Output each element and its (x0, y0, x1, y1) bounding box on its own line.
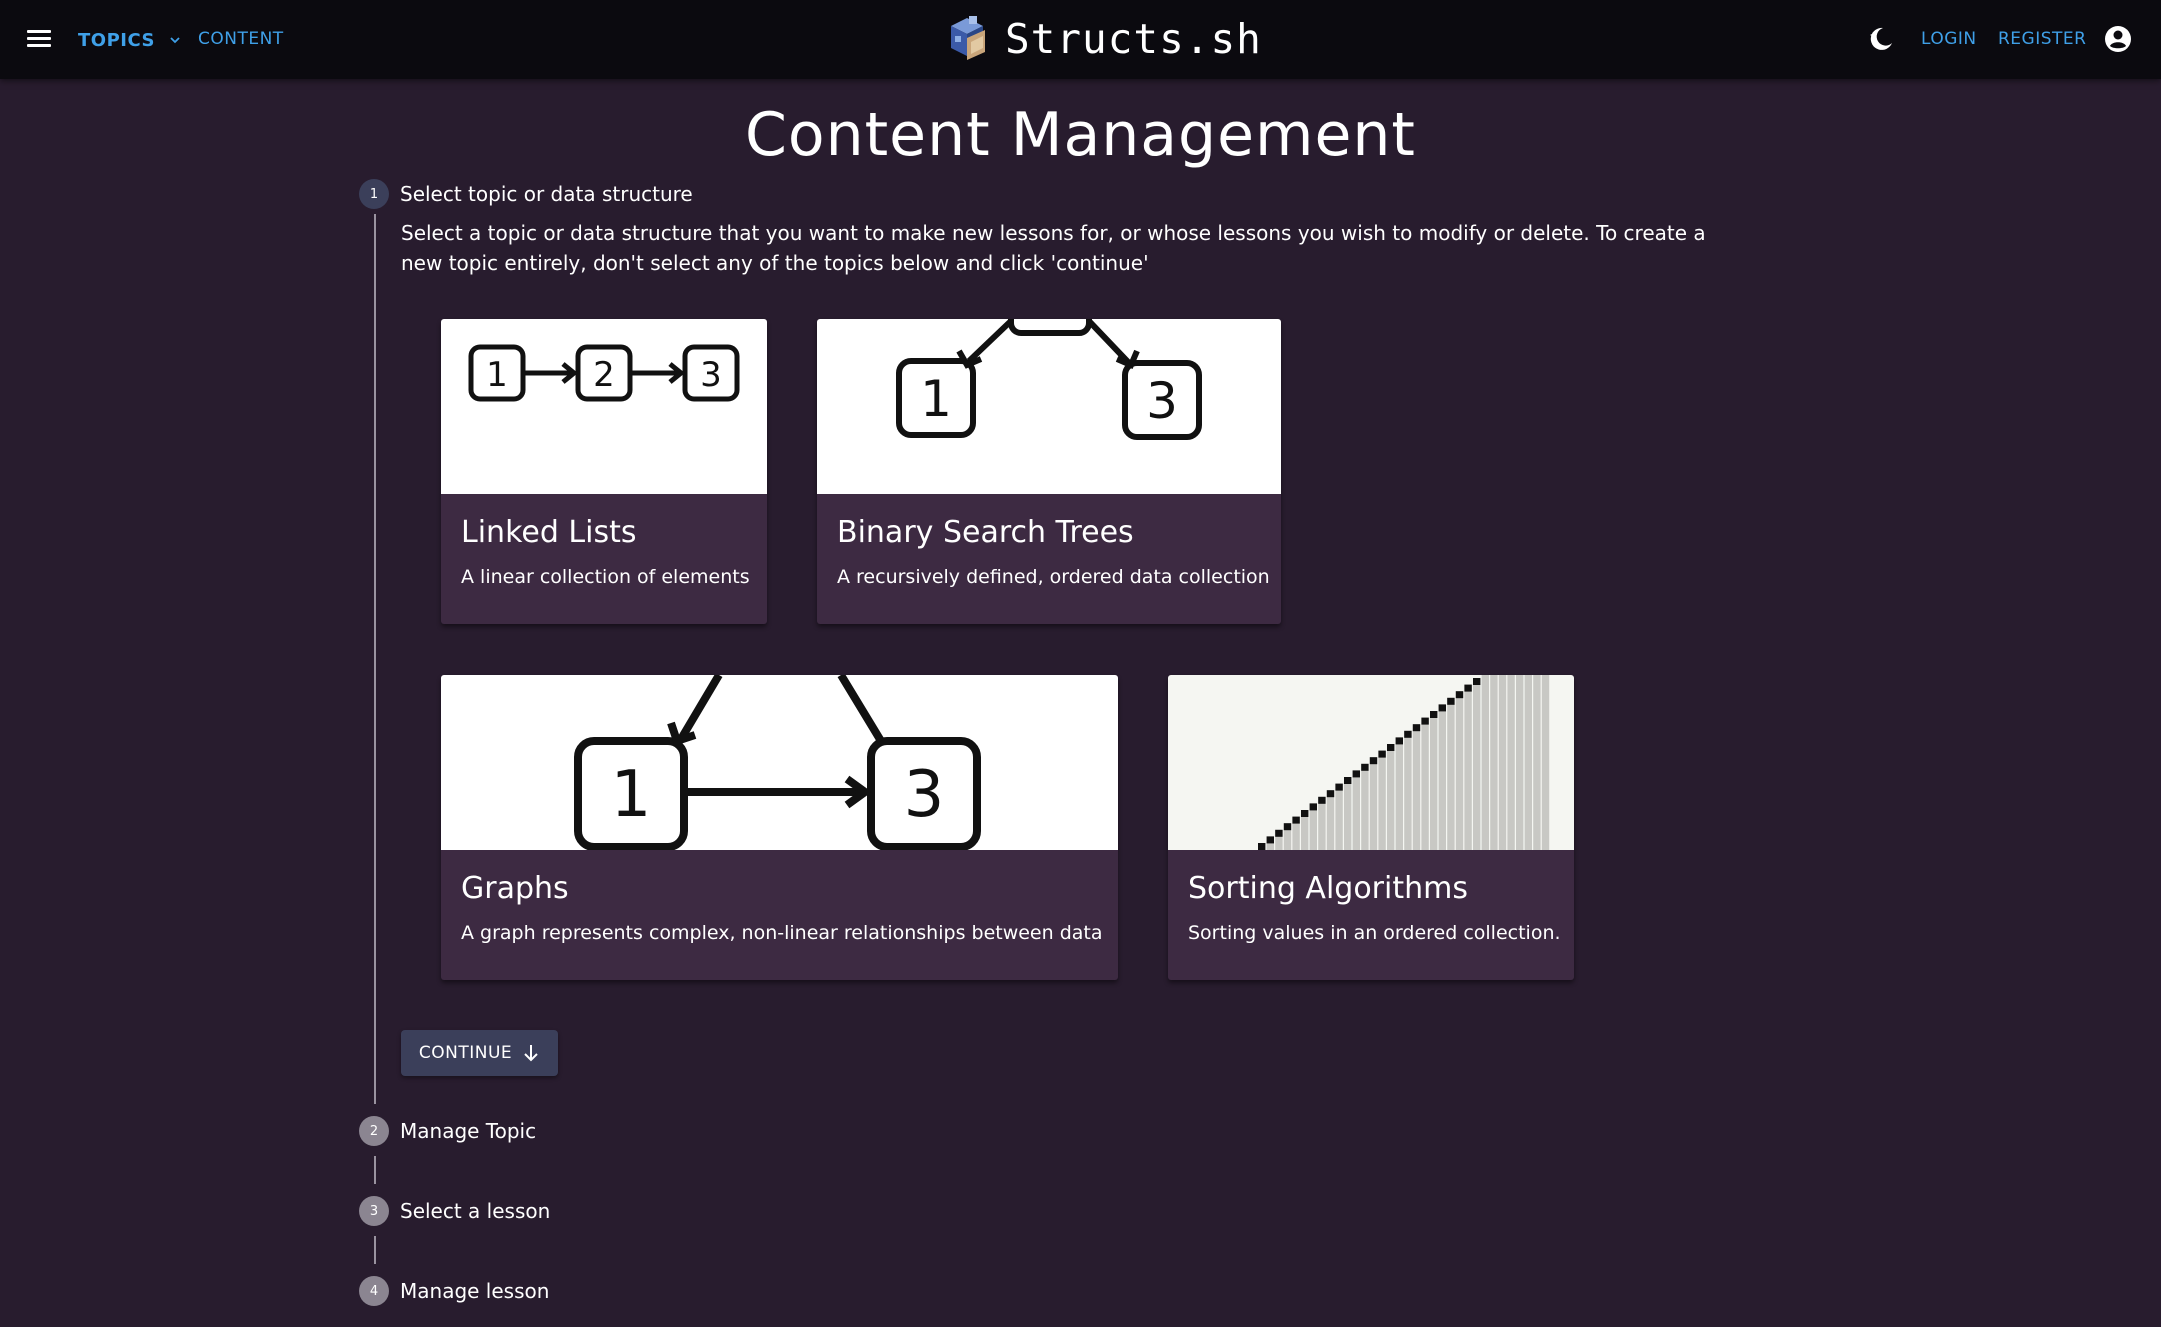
step-number-2: 2 (359, 1116, 389, 1146)
topic-title: Sorting Algorithms (1188, 871, 1468, 906)
svg-text:1: 1 (920, 370, 952, 428)
topic-description: A graph represents complex, non-linear r… (461, 922, 1103, 944)
hamburger-menu-icon[interactable] (25, 26, 55, 52)
step-label-3[interactable]: Select a lesson (400, 1199, 550, 1223)
topic-card-graphs[interactable]: 13 Graphs A graph represents complex, no… (441, 675, 1118, 980)
topics-dropdown[interactable]: TOPICS (78, 26, 181, 54)
topic-card-linked-lists[interactable]: 1 2 3 Linked Lists A linear collection of … (441, 319, 767, 624)
step-number-1: 1 (359, 179, 389, 209)
brand-name: Structs.sh (1005, 15, 1262, 63)
step-connector (374, 1236, 376, 1264)
login-link[interactable]: LOGIN (1921, 29, 1977, 49)
step-label-2[interactable]: Manage Topic (400, 1119, 536, 1143)
step-description: Select a topic or data structure that yo… (401, 221, 1706, 275)
svg-text:2: 2 (593, 355, 615, 395)
topic-title: Linked Lists (461, 515, 637, 550)
svg-text:1: 1 (611, 758, 652, 832)
svg-text:3: 3 (1146, 372, 1178, 430)
content-link[interactable]: CONTENT (198, 29, 284, 49)
svg-text:1: 1 (486, 355, 508, 395)
account-circle-icon[interactable] (2103, 24, 2133, 54)
topic-description: A recursively defined, ordered data coll… (837, 566, 1270, 588)
chevron-down-icon (170, 37, 180, 44)
svg-text:3: 3 (700, 355, 722, 395)
step-number-4: 4 (359, 1276, 389, 1306)
topic-description: A linear collection of elements (461, 566, 750, 588)
arrow-down-icon (524, 1045, 538, 1062)
topics-label: TOPICS (78, 29, 155, 51)
topic-card-sorting-algorithms[interactable]: Sorting Algorithms Sorting values in an … (1168, 675, 1574, 980)
brand[interactable]: Structs.sh (945, 10, 1262, 68)
topic-description: Sorting values in an ordered collection. (1188, 922, 1561, 944)
step-label-1: Select topic or data structure (400, 182, 693, 206)
dark-mode-toggle-icon[interactable] (1866, 24, 1896, 54)
topic-title: Graphs (461, 871, 569, 906)
bst-diagram: 13 (817, 319, 1281, 494)
register-link[interactable]: REGISTER (1998, 29, 2086, 49)
linked-list-diagram: 1 2 3 (441, 319, 767, 494)
page-title: Content Management (745, 100, 1416, 170)
continue-label: CONTINUE (418, 1043, 513, 1063)
cube-logo-icon (951, 16, 985, 60)
step-connector (374, 1156, 376, 1184)
graph-diagram: 13 (441, 675, 1118, 850)
sorting-bars-diagram (1168, 675, 1574, 850)
step-label-4[interactable]: Manage lesson (400, 1279, 549, 1303)
step-number-3: 3 (359, 1196, 389, 1226)
svg-text:3: 3 (904, 758, 945, 832)
topic-card-binary-search-trees[interactable]: 13 Binary Search Trees A recursively def… (817, 319, 1281, 624)
step-connector (374, 214, 376, 1104)
app-bar: TOPICS CONTENT Structs.sh LOGIN REGISTER (0, 0, 2161, 79)
topic-title: Binary Search Trees (837, 515, 1134, 550)
continue-button[interactable]: CONTINUE (401, 1030, 558, 1076)
